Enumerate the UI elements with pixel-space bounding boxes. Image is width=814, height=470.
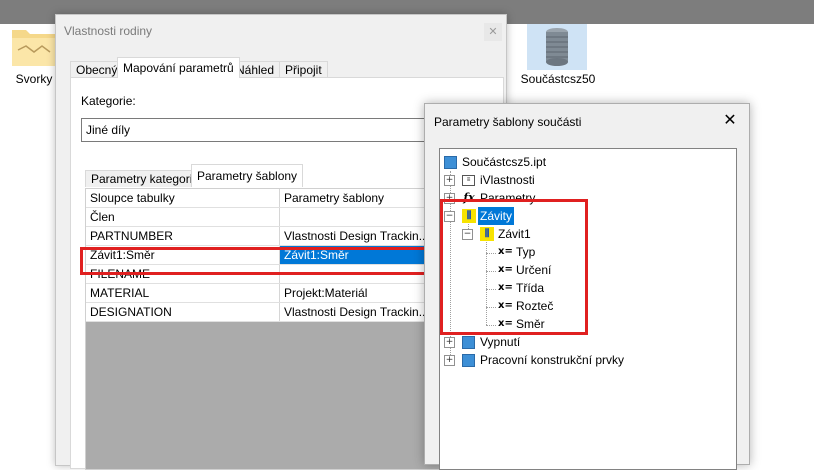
tree-item-label: iVlastnosti bbox=[480, 173, 535, 187]
table-cell[interactable]: PARTNUMBER bbox=[86, 227, 280, 245]
tree-item-label: Pracovní konstrukční prvky bbox=[480, 353, 625, 367]
category-field[interactable]: Jiné díly bbox=[81, 118, 427, 142]
part-cube-icon bbox=[444, 156, 457, 169]
close-icon[interactable]: ✕ bbox=[484, 23, 502, 41]
part-label[interactable]: Součástcsz50 bbox=[518, 72, 598, 86]
highlight-box-row bbox=[80, 247, 443, 275]
expand-plus-icon[interactable]: + bbox=[444, 337, 455, 348]
highlight-box-tree bbox=[440, 199, 588, 335]
table-cell[interactable]: DESIGNATION bbox=[86, 303, 280, 321]
category-label: Kategorie: bbox=[81, 94, 136, 108]
work-features-icon bbox=[462, 354, 475, 367]
tab-mapovani-parametru[interactable]: Mapování parametrů bbox=[117, 57, 240, 78]
properties-icon: ≡ bbox=[462, 175, 475, 186]
tab-parametry-sablony[interactable]: Parametry šablony bbox=[191, 164, 304, 187]
expand-plus-icon[interactable]: + bbox=[444, 175, 455, 186]
table-cell[interactable]: Člen bbox=[86, 208, 280, 226]
tab-parametry-kategorie[interactable]: Parametry kategorie bbox=[85, 170, 206, 187]
folder-icon[interactable] bbox=[12, 24, 60, 66]
tree-item-label: Součástcsz5.ipt bbox=[462, 155, 547, 169]
tree-item-label: Vypnutí bbox=[480, 335, 521, 349]
close-icon[interactable]: ✕ bbox=[719, 110, 741, 132]
column-header-sloupce[interactable]: Sloupce tabulky bbox=[86, 189, 280, 207]
dialog-title: Vlastnosti rodiny bbox=[64, 24, 153, 38]
part-thumbnail[interactable] bbox=[527, 24, 587, 70]
feature-cube-icon bbox=[462, 336, 475, 349]
tab-obecny[interactable]: Obecný bbox=[70, 61, 124, 78]
dialog-title: Parametry šablony součásti bbox=[434, 115, 582, 129]
table-cell[interactable]: MATERIAL bbox=[86, 284, 280, 302]
folder-label[interactable]: Svorky bbox=[14, 72, 54, 86]
expand-plus-icon[interactable]: + bbox=[444, 355, 455, 366]
tab-pripojit[interactable]: Připojit bbox=[279, 61, 328, 78]
